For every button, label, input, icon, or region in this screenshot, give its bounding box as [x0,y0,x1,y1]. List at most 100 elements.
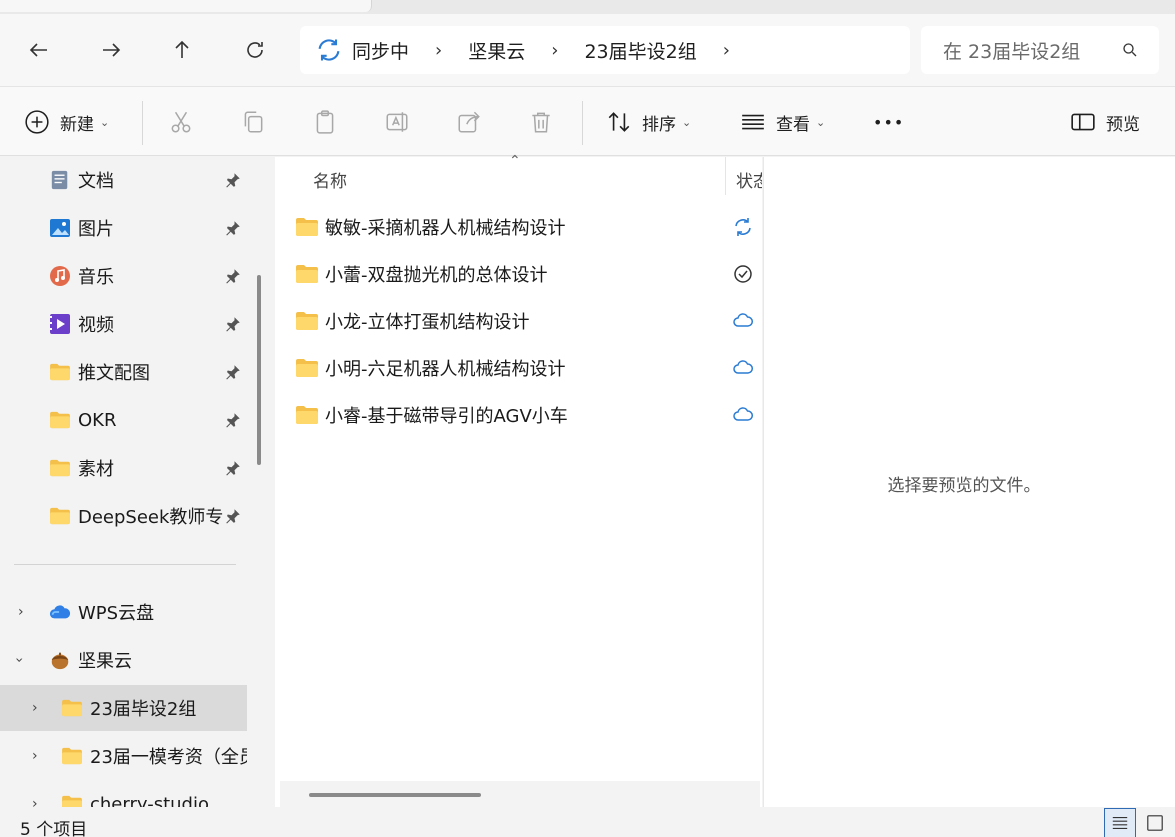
new-label: 新建 [60,114,94,135]
list-item[interactable]: 敏敏-采摘机器人机械结构设计 [275,204,762,250]
view-button[interactable]: 查看 ⌄ [740,87,825,157]
list-item[interactable]: 小龙-立体打蛋机结构设计 [275,298,762,344]
cut-button[interactable] [168,87,194,157]
pictures-icon [49,217,71,239]
sidebar-item-23-group2[interactable]: › 23届毕设2组 [0,685,247,731]
copy-button[interactable] [240,87,266,157]
sidebar-item-okr[interactable]: OKR [0,397,247,443]
list-item[interactable]: 小蕾-双盘抛光机的总体设计 [275,251,762,297]
folder-icon [61,793,83,807]
folder-icon [49,361,71,383]
chevron-down-icon: ⌄ [100,115,110,129]
documents-icon [49,169,71,191]
large-icons-view-button[interactable] [1140,808,1170,837]
folder-icon [49,457,71,479]
folder-icon [296,406,318,424]
videos-icon [49,313,71,335]
list-item[interactable]: 小明-六足机器人机械结构设计 [275,345,762,391]
sort-ascending-icon: ⌃ [509,153,521,169]
rename-button[interactable] [384,87,410,157]
chevron-right-icon[interactable]: › [32,700,38,716]
breadcrumb-separator-icon[interactable]: › [435,40,442,61]
sidebar-item-pictures[interactable]: 图片 [0,205,247,251]
delete-button[interactable] [528,87,554,157]
breadcrumb-separator-icon[interactable]: › [551,40,558,61]
file-name: 小龙-立体打蛋机结构设计 [325,312,530,333]
pin-icon[interactable] [224,267,242,285]
sidebar-divider [14,564,236,565]
list-item[interactable]: 小睿-基于磁带导引的AGV小车 [275,392,762,438]
sidebar-item-documents[interactable]: 文档 [0,157,247,203]
up-button[interactable] [160,28,204,72]
sort-icon [608,112,630,132]
active-tab[interactable] [0,0,372,12]
pin-icon[interactable] [224,411,242,429]
sidebar-item-jianguoyun[interactable]: › 坚果云 [0,637,247,683]
sidebar-item-label: 视频 [78,315,114,336]
sidebar-item-label: cherry-studio [90,793,209,808]
sidebar-item-wps-cloud[interactable]: › WPS云盘 [0,589,247,635]
toolbar-divider [582,101,583,145]
column-header-name[interactable]: 名称 [313,167,347,192]
chevron-down-icon: ⌄ [816,115,826,129]
file-name: 小明-六足机器人机械结构设计 [325,359,566,380]
refresh-button[interactable] [233,28,277,72]
view-lines-icon [742,114,764,130]
sidebar-item-label: 图片 [78,219,114,240]
pin-icon[interactable] [224,315,242,333]
cloud-icon [733,407,753,421]
new-button[interactable]: 新建 ⌄ [24,87,109,157]
chevron-right-icon[interactable]: › [32,748,38,764]
details-view-button[interactable] [1104,808,1136,837]
refresh-icon [247,42,263,58]
status-bar: 5 个项目 [0,807,1175,837]
chevron-right-icon[interactable]: › [18,604,24,620]
address-bar[interactable]: 同步中 › 坚果云 › 23届毕设2组 › [300,26,910,74]
sidebar-item-label: 23届一模考资（全员） [90,747,247,768]
pin-icon[interactable] [224,219,242,237]
view-label: 查看 [776,114,810,135]
file-name: 敏敏-采摘机器人机械结构设计 [325,218,566,239]
column-divider[interactable] [725,157,726,195]
more-options-button[interactable]: ••• [873,87,904,157]
trash-icon [532,112,550,133]
breadcrumb-sync-status[interactable]: 同步中 [352,37,409,64]
search-icon [1123,43,1137,57]
file-name: 小蕾-双盘抛光机的总体设计 [325,265,548,286]
plus-circle-icon [25,110,49,134]
sidebar-item-cherry-studio[interactable]: › cherry-studio [0,781,247,807]
sidebar-item-label: 推文配图 [78,363,150,384]
breadcrumb-jianguoyun[interactable]: 坚果云 [468,37,525,64]
sidebar-item-sucai[interactable]: 素材 [0,445,247,491]
sidebar-scrollbar[interactable] [257,275,261,465]
chevron-down-icon[interactable]: › [11,657,27,663]
file-name: 小睿-基于磁带导引的AGV小车 [325,406,568,427]
sidebar-item-23-yimo[interactable]: › 23届一模考资（全员） [0,733,247,779]
item-count: 5 个项目 [20,820,88,837]
paste-button[interactable] [312,87,338,157]
sidebar-item-music[interactable]: 音乐 [0,253,247,299]
back-button[interactable] [17,28,61,72]
preview-pane-button[interactable]: 预览 [1070,87,1140,157]
horizontal-scrollbar[interactable] [309,793,481,797]
preview-label: 预览 [1106,114,1140,135]
sidebar-item-deepseek[interactable]: DeepSeek教师专用 [0,493,247,539]
sidebar-item-videos[interactable]: 视频 [0,301,247,347]
search-placeholder: 在 23届毕设2组 [943,40,1081,63]
column-header-status[interactable]: 状态 [736,167,762,192]
forward-button[interactable] [89,28,133,72]
breadcrumb-separator-icon[interactable]: › [723,40,730,61]
wps-cloud-icon [49,601,71,623]
pin-icon[interactable] [224,363,242,381]
share-button[interactable] [456,87,482,157]
synced-check-icon [734,265,752,283]
folder-icon [296,359,318,377]
sort-button[interactable]: 排序 ⌄ [606,87,691,157]
sidebar-item-tuiwen[interactable]: 推文配图 [0,349,247,395]
breadcrumb-current-folder[interactable]: 23届毕设2组 [584,37,696,64]
search-input[interactable]: 在 23届毕设2组 [921,26,1159,74]
chevron-right-icon[interactable]: › [32,796,38,807]
pin-icon[interactable] [224,171,242,189]
pin-icon[interactable] [224,507,242,525]
pin-icon[interactable] [224,459,242,477]
